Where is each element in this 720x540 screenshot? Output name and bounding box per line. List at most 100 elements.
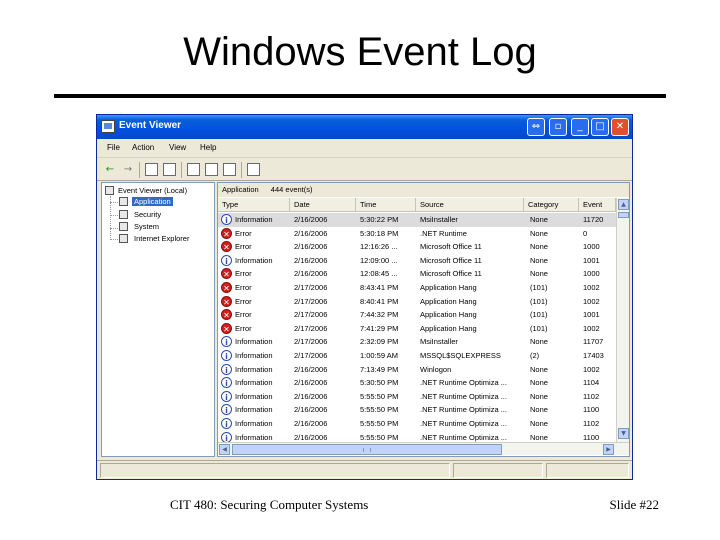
horizontal-scrollbar[interactable]: ◀ ▶	[218, 442, 629, 455]
cell-date: 2/16/2006	[294, 215, 328, 224]
cell-event: 1000	[583, 269, 600, 279]
menu-action[interactable]: Action	[132, 143, 154, 152]
toolbar: ← →	[97, 159, 632, 181]
event-viewer-window: Event Viewer ⇔ ▫ _ □ ✕ File Action View …	[96, 114, 633, 480]
event-row[interactable]: i Information 2/16/2006 5:30:22 PM MsiInstal…	[218, 213, 616, 227]
cell-event: 1001	[583, 310, 600, 320]
cell-type: Error	[235, 269, 252, 279]
back-arrow-icon[interactable]: ←	[103, 163, 117, 177]
tree-item-internet-explorer[interactable]: Internet Explorer	[134, 234, 189, 243]
cell-category: None	[530, 378, 548, 388]
cell-date: 2/17/2006	[294, 337, 328, 347]
event-row[interactable]: ✕ Error 2/17/2006 7:41:29 PM Application Han…	[218, 322, 616, 336]
tree-item-system[interactable]: System	[134, 222, 159, 231]
up-folder-icon[interactable]	[145, 163, 158, 176]
menu-file[interactable]: File	[107, 143, 120, 152]
column-header-event[interactable]: Event	[579, 198, 616, 212]
cell-date: 2/17/2006	[294, 351, 328, 360]
error-icon: ✕	[221, 241, 232, 253]
cell-time: 5:30:50 PM	[360, 378, 399, 388]
cell-event: 1000	[583, 242, 600, 252]
event-list-pane: Application 444 event(s) Type Date Time …	[217, 182, 630, 457]
cell-time: 1:00:59 AM	[360, 351, 398, 360]
properties-icon[interactable]	[187, 163, 200, 176]
cell-category: (101)	[530, 310, 548, 320]
forward-arrow-icon[interactable]: →	[121, 163, 135, 177]
cell-category: None	[530, 269, 548, 279]
refresh-icon[interactable]	[205, 163, 218, 176]
scroll-down-icon[interactable]: ▼	[618, 428, 629, 439]
event-row[interactable]: ✕ Error 2/17/2006 7:44:32 PM Application Han…	[218, 308, 616, 322]
event-row[interactable]: ✕ Error 2/17/2006 8:43:41 PM Application Han…	[218, 281, 616, 295]
cell-time: 12:08:45 ...	[360, 269, 398, 279]
status-bar	[97, 460, 632, 479]
column-header-type[interactable]: Type	[218, 198, 290, 212]
vertical-scroll-thumb[interactable]	[618, 212, 629, 218]
information-icon: i	[221, 377, 232, 389]
tree-item-application[interactable]: Application	[132, 197, 173, 206]
export-list-icon[interactable]	[223, 163, 236, 176]
footer-course: CIT 480: Securing Computer Systems	[170, 497, 369, 512]
event-row[interactable]: i Information 2/16/2006 5:55:50 PM .NET Runt…	[218, 403, 616, 417]
switch-window-button[interactable]: ⇔	[527, 118, 545, 136]
event-row[interactable]: ✕ Error 2/17/2006 8:40:41 PM Application Han…	[218, 295, 616, 309]
tree-root[interactable]: Event Viewer (Local)	[118, 186, 187, 195]
cell-source: Application Hang	[420, 323, 477, 333]
scroll-right-icon[interactable]: ▶	[603, 444, 614, 455]
list-header: Type Date Time Source Category Event	[218, 198, 616, 212]
information-icon: i	[221, 390, 232, 402]
cell-event: 1001	[583, 255, 600, 265]
cell-type: Error	[235, 242, 252, 252]
cell-category: None	[530, 337, 548, 347]
scroll-left-icon[interactable]: ◀	[219, 444, 230, 455]
cell-type: Information	[235, 378, 273, 388]
tree-connector	[110, 239, 118, 240]
event-row[interactable]: ✕ Error 2/16/2006 5:30:18 PM .NET Runtime Non…	[218, 227, 616, 241]
cell-source: Winlogon	[420, 364, 452, 374]
cell-type: Information	[235, 215, 273, 224]
scroll-up-icon[interactable]: ▲	[618, 199, 629, 210]
cell-event: 1102	[583, 419, 600, 428]
restore-small-button[interactable]: ▫	[549, 118, 567, 136]
cell-time: 7:13:49 PM	[360, 364, 399, 374]
maximize-button[interactable]: □	[591, 118, 609, 136]
column-header-category[interactable]: Category	[524, 198, 579, 212]
event-row[interactable]: i Information 2/16/2006 7:13:49 PM Winlogon N…	[218, 363, 616, 377]
information-icon: i	[221, 431, 232, 443]
column-header-time[interactable]: Time	[356, 198, 416, 212]
cell-category: None	[530, 228, 548, 238]
cell-date: 2/16/2006	[294, 228, 328, 238]
tree-item-security[interactable]: Security	[134, 210, 161, 219]
cell-source: .NET Runtime Optimiza ...	[420, 419, 507, 428]
event-row[interactable]: i Information 2/17/2006 1:00:59 AM MSSQL$SQL…	[218, 349, 616, 363]
event-row[interactable]: i Information 2/16/2006 12:09:00 ... Microso…	[218, 254, 616, 268]
show-hide-tree-icon[interactable]	[163, 163, 176, 176]
event-row[interactable]: i Information 2/17/2006 2:32:09 PM MsiInstal…	[218, 335, 616, 349]
cell-source: MSSQL$SQLEXPRESS	[420, 351, 501, 360]
cell-source: .NET Runtime Optimiza ...	[420, 378, 507, 388]
column-header-source[interactable]: Source	[416, 198, 524, 212]
footer-slide-number: Slide #22	[609, 497, 659, 512]
event-row[interactable]: i Information 2/16/2006 5:55:50 PM .NET Runt…	[218, 390, 616, 404]
event-row[interactable]: ✕ Error 2/16/2006 12:16:26 ... Microsoft Off…	[218, 240, 616, 254]
close-button[interactable]: ✕	[611, 118, 629, 136]
minimize-button[interactable]: _	[571, 118, 589, 136]
cell-category: (101)	[530, 283, 548, 292]
cell-category: (2)	[530, 351, 540, 360]
help-icon[interactable]	[247, 163, 260, 176]
log-icon	[119, 210, 128, 219]
cell-time: 7:44:32 PM	[360, 310, 399, 320]
cell-source: Microsoft Office 11	[420, 242, 482, 252]
vertical-scrollbar[interactable]: ▲ ▼	[616, 198, 629, 442]
event-row[interactable]: ✕ Error 2/16/2006 12:08:45 ... Microsoft Off…	[218, 267, 616, 281]
event-row[interactable]: i Information 2/16/2006 5:30:50 PM .NET Runt…	[218, 376, 616, 390]
menu-help[interactable]: Help	[200, 143, 216, 152]
menu-view[interactable]: View	[169, 143, 186, 152]
horizontal-scroll-thumb[interactable]	[232, 444, 502, 455]
window-titlebar[interactable]: Event Viewer ⇔ ▫ _ □ ✕	[97, 115, 632, 139]
tree-connector	[110, 215, 118, 216]
column-header-date[interactable]: Date	[290, 198, 356, 212]
event-row[interactable]: i Information 2/16/2006 5:55:50 PM .NET Runt…	[218, 417, 616, 431]
information-icon: i	[221, 350, 232, 361]
caption-event-count: 444 event(s)	[270, 185, 313, 194]
